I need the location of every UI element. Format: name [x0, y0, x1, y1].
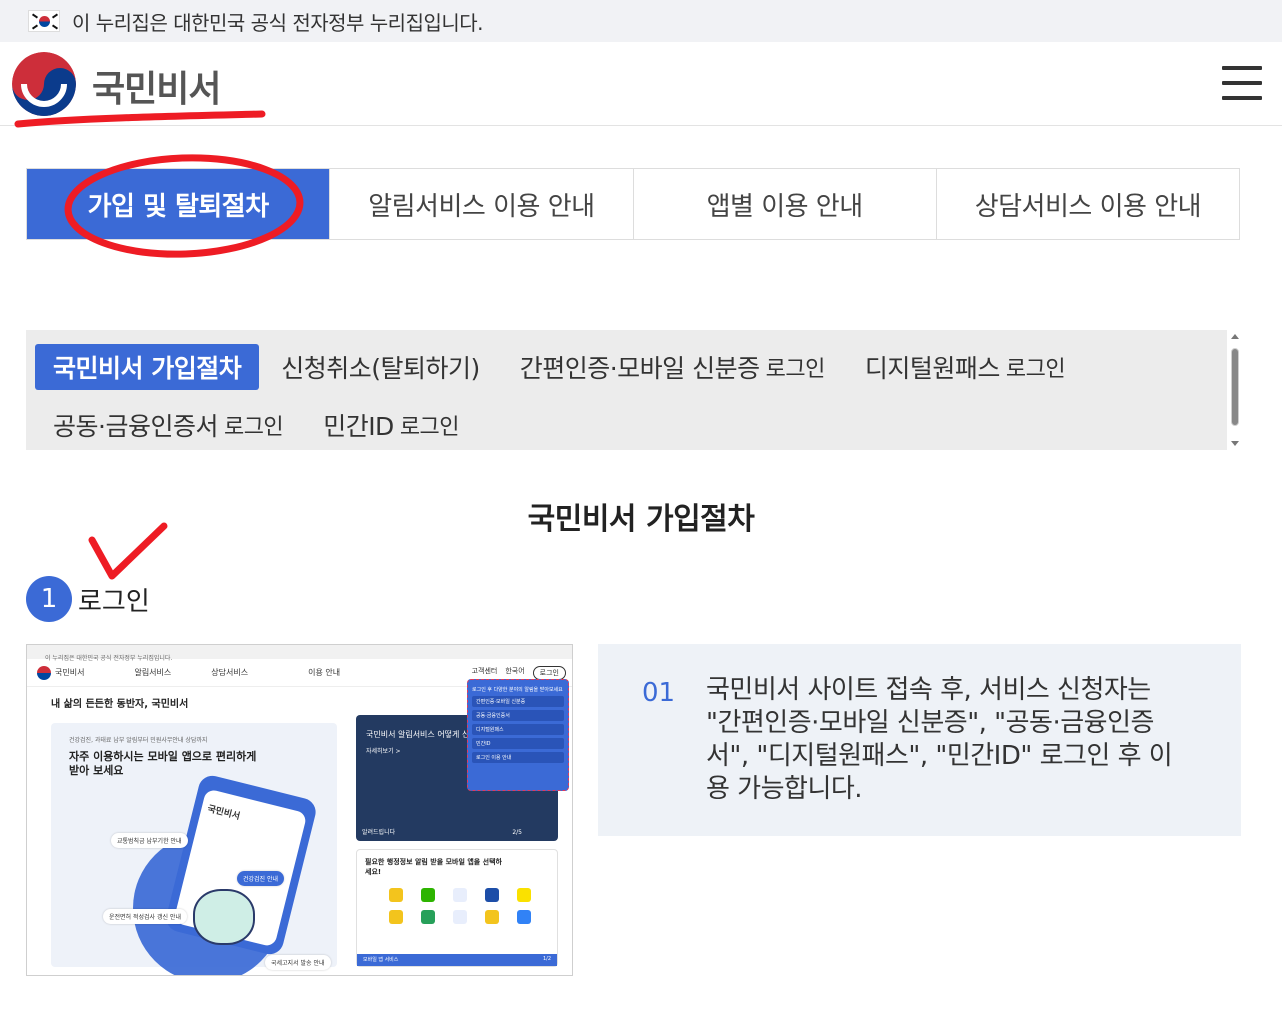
tab-join-withdraw[interactable]: 가입 및 탈퇴절차 — [27, 169, 330, 239]
tab-app-guide[interactable]: 앱별 이용 안내 — [632, 169, 936, 239]
subtab-join-procedure[interactable]: 국민비서 가입절차 — [35, 344, 260, 390]
hamburger-menu-icon[interactable] — [1222, 66, 1262, 100]
subtab-digital-onepass-login[interactable]: 디지털원패스 로그인 — [847, 344, 1083, 390]
scrollbar-thumb[interactable] — [1231, 348, 1239, 426]
section-title: 국민비서 가입절차 — [527, 502, 755, 537]
thumb-login-popup: 로그인 후 다양한 분야의 알림을 받아보세요 간편인증·모바일 신분증 공동·… — [467, 679, 569, 791]
mascot-icon — [193, 889, 255, 945]
step-header: 1 로그인 — [26, 576, 150, 622]
thumb-logo-icon — [37, 665, 51, 680]
main-tabs: 가입 및 탈퇴절차 알림서비스 이용 안내 앱별 이용 안내 상담서비스 이용 … — [26, 168, 1240, 240]
description-text: 국민비서 사이트 접속 후, 서비스 신청자는 "간편인증·모바일 신분증", … — [706, 675, 1173, 804]
korea-flag-icon — [28, 10, 60, 32]
gov-banner-text: 이 누리집은 대한민국 공식 전자정부 누리집입니다. — [72, 10, 484, 35]
subtab-simple-auth-login[interactable]: 간편인증·모바일 신분증 로그인 — [502, 344, 843, 390]
brand-title[interactable]: 국민비서 — [92, 60, 221, 112]
step-label: 로그인 — [78, 586, 150, 617]
subtab-private-id-login[interactable]: 민간ID 로그인 — [305, 402, 477, 448]
gov-banner: 이 누리집은 대한민국 공식 전자정부 누리집입니다. — [0, 0, 1282, 42]
tab-notification-guide[interactable]: 알림서비스 이용 안내 — [329, 169, 632, 239]
scroll-down-icon[interactable] — [1231, 441, 1239, 446]
subtab-certificate-login[interactable]: 공동·금융인증서 로그인 — [35, 402, 301, 448]
subtabs-scrollbar[interactable] — [1229, 334, 1241, 446]
step-number-badge: 1 — [26, 576, 72, 622]
site-header: 국민비서 — [0, 42, 1282, 126]
thumb-apps-panel: 필요한 행정정보 알림 받을 모바일 앱을 선택하세요! 모바일 앱 서비스 1/… — [356, 849, 558, 967]
login-screenshot-image: 이 누리집은 대한민국 공식 전자정부 누리집입니다. 국민비서 알림서비스 상… — [26, 644, 573, 976]
sub-tabs: 국민비서 가입절차 신청취소(탈퇴하기) 간편인증·모바일 신분증 로그인 디지털… — [26, 330, 1227, 450]
step-description: 01 국민비서 사이트 접속 후, 서비스 신청자는 "간편인증·모바일 신분증… — [598, 644, 1241, 836]
subtab-cancel-withdraw[interactable]: 신청취소(탈퇴하기) — [263, 344, 498, 390]
tab-counsel-guide[interactable]: 상담서비스 이용 안내 — [935, 169, 1239, 239]
scroll-up-icon[interactable] — [1231, 334, 1239, 339]
thumb-promo-card: 건강검진, 과태료 납부 알림부터 민원사무안내 상담까지 자주 이용하시는 모… — [51, 723, 337, 975]
gov-logo-icon[interactable] — [12, 52, 76, 116]
description-number: 01 — [642, 678, 676, 708]
